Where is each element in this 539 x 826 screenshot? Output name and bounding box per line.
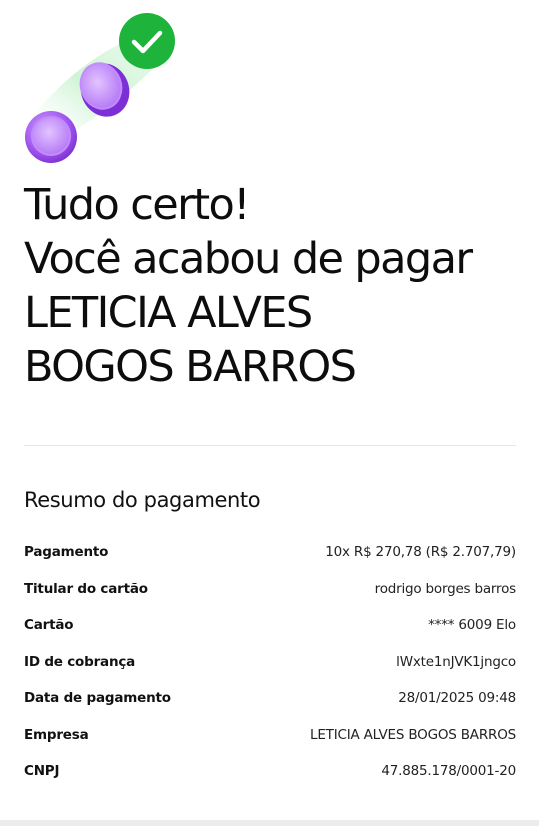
summary-label: Titular do cartão <box>24 580 148 597</box>
summary-row-pagamento: Pagamento 10x R$ 270,78 (R$ 2.707,79) <box>24 534 516 571</box>
payment-success-illustration <box>0 0 200 170</box>
summary-label: ID de cobrança <box>24 653 136 670</box>
summary-title: Resumo do pagamento <box>24 488 261 512</box>
summary-value: 10x R$ 270,78 (R$ 2.707,79) <box>325 544 516 561</box>
summary-label: CNPJ <box>24 763 60 780</box>
summary-row-titular: Titular do cartão rodrigo borges barros <box>24 571 516 608</box>
summary-value: 28/01/2025 09:48 <box>398 690 516 707</box>
payee-name-line: BOGOS BARROS <box>24 342 357 392</box>
headline-line: Você acabou de pagar <box>24 234 473 284</box>
payee-name-line: LETICIA ALVES <box>24 288 313 338</box>
summary-row-empresa: Empresa LETICIA ALVES BOGOS BARROS <box>24 717 516 754</box>
summary-label: Empresa <box>24 726 89 743</box>
summary-row-id-cobranca: ID de cobrança lWxte1nJVK1jngco <box>24 644 516 681</box>
check-badge-icon <box>119 13 175 69</box>
summary-row-cnpj: CNPJ 47.885.178/0001-20 <box>24 753 516 790</box>
coin-icon <box>25 111 77 163</box>
headline-line: Tudo certo! <box>24 180 250 230</box>
summary-label: Cartão <box>24 617 74 634</box>
summary-value: LETICIA ALVES BOGOS BARROS <box>310 726 516 743</box>
page-title: Tudo certo! Você acabou de pagar LETICIA… <box>24 178 524 394</box>
summary-label: Data de pagamento <box>24 690 171 707</box>
divider <box>24 445 516 446</box>
payment-summary-list: Pagamento 10x R$ 270,78 (R$ 2.707,79) Ti… <box>24 534 516 790</box>
summary-row-data: Data de pagamento 28/01/2025 09:48 <box>24 680 516 717</box>
summary-label: Pagamento <box>24 544 109 561</box>
summary-value: 47.885.178/0001-20 <box>381 763 516 780</box>
footer-bar <box>0 820 539 826</box>
summary-value: rodrigo borges barros <box>374 580 517 597</box>
coins-with-check-icon <box>25 13 175 163</box>
summary-value: **** 6009 Elo <box>428 617 516 634</box>
summary-value: lWxte1nJVK1jngco <box>396 653 516 670</box>
summary-row-cartao: Cartão **** 6009 Elo <box>24 607 516 644</box>
